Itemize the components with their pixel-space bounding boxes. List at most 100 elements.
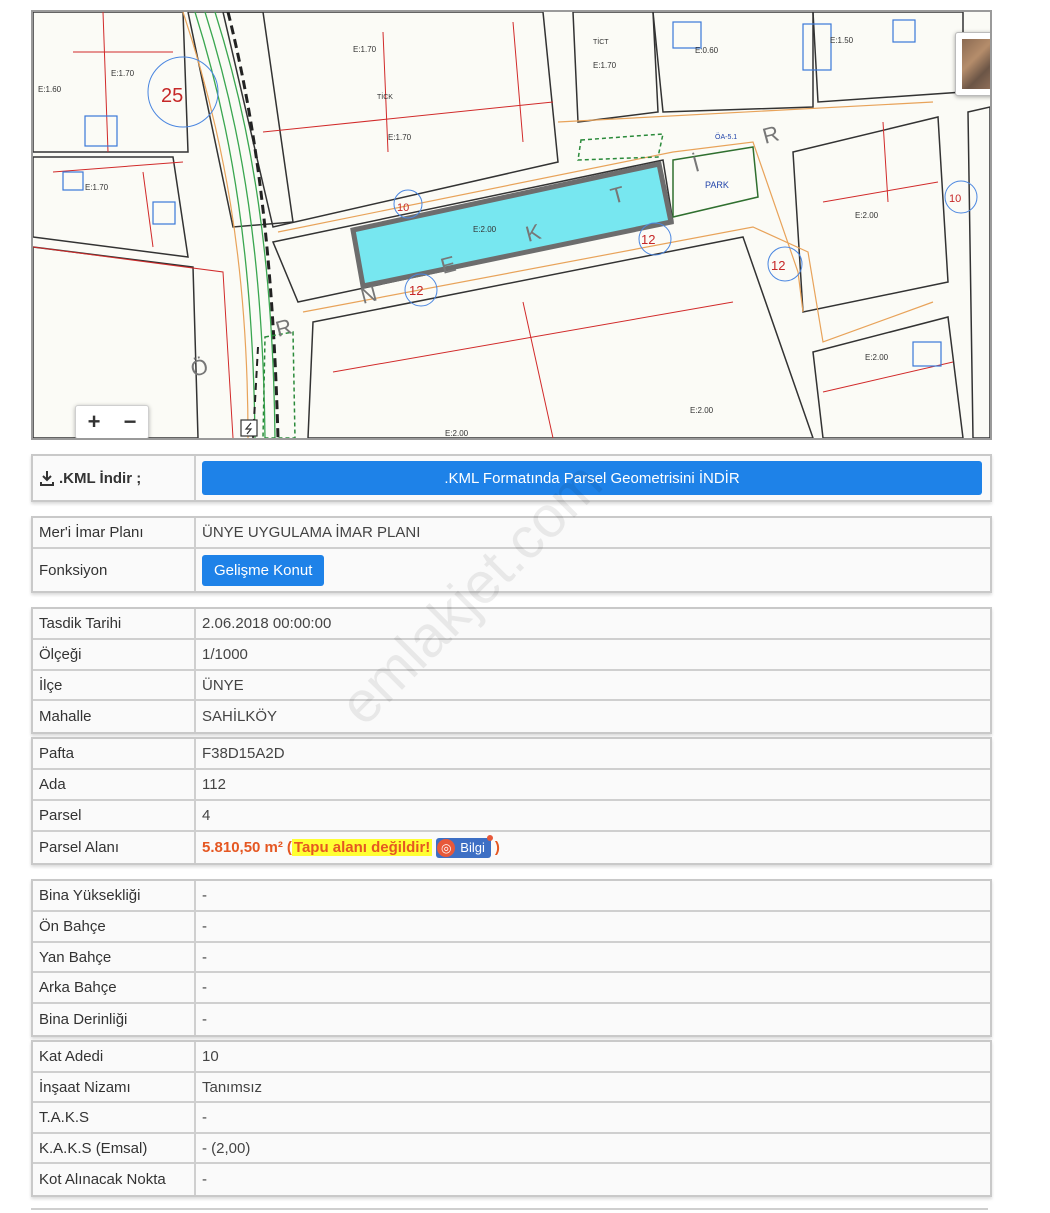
row-label: Ölçeği (33, 640, 196, 669)
zoom-in-button[interactable]: + (76, 406, 112, 438)
row-label: T.A.K.S (33, 1103, 196, 1132)
layer-switch-button[interactable] (955, 32, 990, 96)
street-letter: Ö (188, 353, 211, 382)
road-label-12b: 12 (641, 232, 655, 247)
emsal-label: E:1.70 (353, 45, 377, 54)
row-label: Tasdik Tarihi (33, 609, 196, 638)
row-value: - (202, 1171, 207, 1188)
row-label: Kot Alınacak Nokta (33, 1164, 196, 1195)
paren-close: ) (494, 839, 500, 856)
row-value: - (202, 887, 207, 904)
kml-label: .KML İndir ; (59, 469, 142, 487)
street-letter: R (273, 314, 295, 342)
park-label: PARK (705, 180, 729, 190)
table-row: T.A.K.S - (33, 1103, 990, 1134)
area-warning: Tapu alanı değildir! (291, 839, 433, 856)
parcel-map[interactable]: 25 10 12 12 12 10 PARK ÖA-5.1 E:2.00 E:1… (31, 10, 992, 440)
emsal-label: E:1.50 (830, 36, 854, 45)
table-row: Parsel 4 (33, 801, 990, 832)
table-row: İnşaat Nizamı Tanımsız (33, 1073, 990, 1103)
location-table: Tasdik Tarihi 2.06.2018 00:00:00 Ölçeği … (31, 607, 992, 734)
kml-download-button[interactable]: .KML Formatında Parsel Geometrisini İNDİ… (202, 461, 982, 495)
row-value: - (202, 1011, 207, 1028)
kml-row: .KML İndir ; .KML Formatında Parsel Geom… (33, 456, 990, 500)
row-label: Yan Bahçe (33, 943, 196, 971)
parcel-area-value: 5.810,50 m² (202, 839, 283, 856)
street-letter: R (760, 121, 782, 149)
kml-table: .KML İndir ; .KML Formatında Parsel Geom… (31, 454, 992, 502)
oa-label: ÖA-5.1 (715, 133, 737, 141)
row-label: Arka Bahçe (33, 973, 196, 1002)
row-label: Ada (33, 770, 196, 799)
table-row: Bina Derinliği - (33, 1004, 990, 1035)
setback-table: Bina Yüksekliği - Ön Bahçe - Yan Bahçe -… (31, 879, 992, 1037)
function-button[interactable]: Gelişme Konut (202, 554, 325, 586)
globe-icon: ◎ (437, 838, 456, 857)
row-label: K.A.K.S (Emsal) (33, 1134, 196, 1162)
road-label-10b: 10 (949, 193, 961, 205)
table-row: Arka Bahçe - (33, 973, 990, 1004)
parcel-area-cell: 5.810,50 m² ( Tapu alanı değildir! ◎ Bil… (196, 832, 990, 863)
row-label: Pafta (33, 739, 196, 768)
zoom-out-button[interactable]: − (112, 406, 148, 438)
table-row: Mahalle SAHİLKÖY (33, 701, 990, 732)
row-value: F38D15A2D (202, 745, 285, 762)
emsal-label: E:0.60 (695, 46, 719, 55)
info-button-label: Bilgi (460, 840, 485, 855)
notification-dot-icon (486, 834, 493, 841)
row-label: Fonksiyon (33, 549, 196, 591)
row-value: 2.06.2018 00:00:00 (202, 615, 332, 632)
row-value: ÜNYE (202, 676, 244, 694)
table-row: İlçe ÜNYE (33, 671, 990, 701)
row-value: - (2,00) (202, 1139, 251, 1157)
table-row: Kot Alınacak Nokta - (33, 1164, 990, 1195)
row-label: Mahalle (33, 701, 196, 732)
emsal-label: E:1.70 (593, 61, 617, 70)
emsal-label: E:1.60 (38, 85, 62, 94)
emsal-label: E:1.70 (85, 183, 109, 192)
row-value: - (202, 948, 207, 966)
emsal-label: E:2.00 (855, 211, 879, 220)
row-value: 1/1000 (202, 646, 248, 663)
table-row: Ölçeği 1/1000 (33, 640, 990, 671)
road-label-12a: 12 (409, 283, 423, 298)
row-label: İlçe (33, 671, 196, 699)
row-label: Bina Yüksekliği (33, 881, 196, 910)
emsal-label: E:2.00 (865, 353, 889, 362)
divider (31, 1208, 988, 1210)
row-value: - (202, 918, 207, 935)
row-value: SAHİLKÖY (202, 708, 278, 725)
info-button[interactable]: ◎ Bilgi (436, 834, 493, 858)
table-row: Fonksiyon Gelişme Konut (33, 549, 990, 591)
table-row: Kat Adedi 10 (33, 1042, 990, 1073)
map-canvas: 25 10 12 12 12 10 PARK ÖA-5.1 E:2.00 E:1… (33, 12, 990, 438)
table-row: Ön Bahçe - (33, 912, 990, 943)
emsal-label: E:2.00 (690, 406, 714, 415)
emsal-label: E:1.70 (388, 133, 412, 142)
download-icon (40, 471, 54, 486)
row-label: Parsel Alanı (33, 832, 196, 863)
road-label-25: 25 (161, 85, 183, 107)
row-value: 112 (202, 776, 226, 793)
zoom-control: + − (75, 405, 149, 438)
satellite-thumbnail-icon (962, 39, 990, 89)
kml-label-cell: .KML İndir ; (33, 456, 196, 500)
row-value: 10 (202, 1048, 219, 1065)
row-value-cell: Gelişme Konut (196, 549, 990, 591)
table-row: K.A.K.S (Emsal) - (2,00) (33, 1134, 990, 1164)
road-label-10: 10 (397, 202, 409, 214)
emsal-label: E:1.70 (111, 69, 135, 78)
kml-value-cell: .KML Formatında Parsel Geometrisini İNDİ… (196, 456, 990, 500)
row-label: Bina Derinliği (33, 1004, 196, 1035)
row-value: Tanımsız (202, 1078, 263, 1096)
table-row: Yan Bahçe - (33, 943, 990, 973)
plan-table: Mer'i İmar Planı ÜNYE UYGULAMA İMAR PLAN… (31, 516, 992, 593)
row-label: Ön Bahçe (33, 912, 196, 941)
tict-label: TİCT (593, 37, 609, 46)
row-value: ÜNYE UYGULAMA İMAR PLANI (202, 524, 421, 541)
table-row: Pafta F38D15A2D (33, 739, 990, 770)
table-row: Mer'i İmar Planı ÜNYE UYGULAMA İMAR PLAN… (33, 518, 990, 549)
road-label-12c: 12 (771, 258, 785, 273)
row-label: Mer'i İmar Planı (33, 518, 196, 547)
table-row: Parsel Alanı 5.810,50 m² ( Tapu alanı de… (33, 832, 990, 863)
